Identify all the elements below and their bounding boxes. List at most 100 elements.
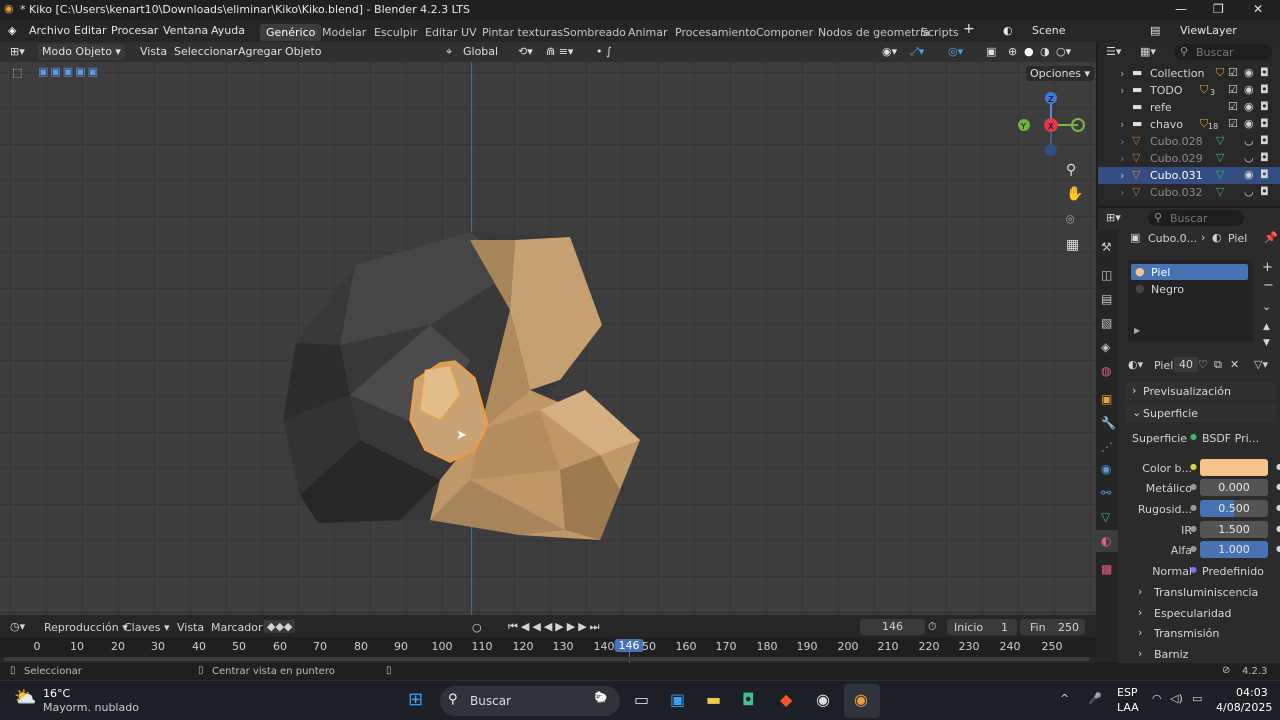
- expand-triangle-icon[interactable]: ▶: [1134, 326, 1140, 335]
- tab-componer[interactable]: Componer: [750, 24, 819, 41]
- file-explorer-icon[interactable]: ▬: [706, 690, 721, 709]
- camera-icon[interactable]: ⌾: [1066, 212, 1074, 228]
- slot-menu-icon[interactable]: ⌄: [1262, 300, 1271, 313]
- maximize-icon[interactable]: ❐: [1213, 2, 1224, 16]
- taskbar-search[interactable]: ⚲ Buscar: [440, 686, 620, 716]
- weather-icon[interactable]: ⛅: [14, 687, 36, 708]
- texture-tab-icon[interactable]: ▩: [1101, 562, 1112, 576]
- checkbox-icon[interactable]: ☑: [1228, 66, 1238, 79]
- render-camera-icon[interactable]: ◘: [1260, 100, 1269, 113]
- eye-icon[interactable]: ◉: [1244, 100, 1254, 113]
- tab-pintar-texturas[interactable]: Pintar texturas: [476, 24, 569, 41]
- options-dropdown[interactable]: Opciones ▾: [1026, 66, 1094, 81]
- tab-esculpir[interactable]: Esculpir: [368, 24, 423, 41]
- kiko-ear-model[interactable]: [270, 222, 660, 552]
- subpanel-transmision[interactable]: › Transmisión: [1134, 624, 1276, 642]
- clock-time[interactable]: 04:03: [1236, 686, 1268, 699]
- scene-name[interactable]: Scene: [1032, 24, 1066, 37]
- material-name-field[interactable]: Piel: [1154, 359, 1173, 372]
- teams-icon[interactable]: ◘: [742, 690, 755, 709]
- tray-chevron-icon[interactable]: ^: [1060, 692, 1069, 705]
- world-tab-icon[interactable]: ◍: [1101, 364, 1111, 378]
- eye-icon[interactable]: ◉: [1244, 117, 1254, 130]
- properties-search-input[interactable]: ⚲ Buscar: [1148, 210, 1244, 226]
- outliner-row[interactable]: › ▬ chavo ⛉ 18 ☑ ◉ ◘: [1098, 116, 1280, 133]
- end-frame-field[interactable]: Fin 250: [1020, 619, 1085, 635]
- brave-icon[interactable]: ◆: [780, 690, 792, 709]
- timeline-scrollbar[interactable]: [4, 657, 1090, 661]
- blender-taskbar-button[interactable]: ◉: [844, 684, 880, 718]
- current-frame-field[interactable]: 146: [860, 619, 925, 635]
- visibility-icon[interactable]: ◉▾: [882, 45, 897, 58]
- editor-type-icon[interactable]: ⊞▾: [10, 45, 25, 58]
- eye-closed-icon[interactable]: ◡: [1244, 134, 1254, 147]
- menu-procesar[interactable]: Procesar: [111, 24, 158, 37]
- checkbox-icon[interactable]: ☑: [1228, 117, 1238, 130]
- outliner-row[interactable]: › ▬ TODO ⛉ 3 ☑ ◉ ◘: [1098, 82, 1280, 99]
- playhead-frame[interactable]: 146: [614, 639, 644, 652]
- render-camera-icon[interactable]: ◘: [1260, 134, 1269, 147]
- menu-editar[interactable]: Editar: [74, 24, 107, 37]
- metallic-field[interactable]: 0.000: [1200, 479, 1268, 496]
- constraints-tab-icon[interactable]: ⚯: [1101, 486, 1111, 500]
- menu-vista[interactable]: Vista: [140, 45, 167, 58]
- outliner-filter-icon[interactable]: ▦▾: [1140, 45, 1156, 58]
- menu-claves[interactable]: Claves ▾: [124, 621, 170, 634]
- keyframe-dot-icon[interactable]: ●: [1276, 503, 1280, 512]
- minimize-icon[interactable]: —: [1175, 2, 1187, 16]
- xray-icon[interactable]: ▣: [986, 45, 996, 58]
- surface-shader[interactable]: BSDF Pri...: [1202, 432, 1259, 445]
- data-tab-icon[interactable]: ▽: [1101, 510, 1110, 524]
- roughness-field[interactable]: 0.500: [1200, 500, 1268, 517]
- mode-dropdown[interactable]: Modo Objeto ▾: [38, 44, 125, 60]
- render-camera-icon[interactable]: ◘: [1260, 83, 1269, 96]
- keyframe-dot-icon[interactable]: ●: [1276, 462, 1280, 471]
- link-mode-icon[interactable]: ▽▾: [1254, 358, 1268, 371]
- task-view-icon[interactable]: ▭: [634, 690, 649, 709]
- language-primary[interactable]: ESP: [1117, 686, 1138, 699]
- subpanel-especularidad[interactable]: › Especularidad: [1134, 604, 1276, 622]
- menu-vista-timeline[interactable]: Vista: [177, 621, 204, 634]
- clock-date[interactable]: 4/08/2025: [1216, 701, 1272, 714]
- output-tab-icon[interactable]: ▤: [1101, 292, 1112, 306]
- timeline-editor-icon[interactable]: ◷▾: [10, 620, 25, 633]
- eye-icon[interactable]: ◉: [1244, 168, 1254, 181]
- render-camera-icon[interactable]: ◘: [1260, 66, 1269, 79]
- scene-tab-icon[interactable]: ◈: [1101, 340, 1110, 354]
- select-tool-icon[interactable]: ⬚: [12, 66, 22, 79]
- alpha-field[interactable]: 1.000: [1200, 541, 1268, 558]
- outliner-row[interactable]: › ▬ Collection ⛉ ☑ ◉ ◘: [1098, 65, 1280, 82]
- normal-value[interactable]: Predefinido: [1202, 565, 1264, 578]
- material-slot-list[interactable]: ● Piel ● Negro ▶: [1128, 260, 1253, 342]
- volume-icon[interactable]: ◁): [1170, 692, 1183, 705]
- microphone-icon[interactable]: 🎤: [1088, 692, 1102, 705]
- windows-start-icon[interactable]: ⊞: [408, 689, 423, 710]
- unlink-icon[interactable]: ✕: [1230, 358, 1239, 371]
- outliner-row[interactable]: ▬ refe ☑ ◉ ◘: [1098, 99, 1280, 116]
- remove-slot-icon[interactable]: −: [1263, 278, 1274, 293]
- menu-ayuda[interactable]: Ayuda: [211, 24, 245, 37]
- object-tab-icon[interactable]: ▣: [1101, 392, 1112, 406]
- close-icon[interactable]: ✕: [1253, 2, 1263, 16]
- move-down-icon[interactable]: ▼: [1263, 338, 1270, 348]
- material-tab-active[interactable]: ◐: [1096, 530, 1118, 552]
- outliner-search-input[interactable]: ⚲ Buscar: [1174, 44, 1272, 60]
- 3d-viewport[interactable]: ⬚ ▣▣▣▣▣ Opciones ▾ Z Y X ⚲ ✋ ⌾ ▦ ➤: [0, 62, 1096, 615]
- subpanel-barniz[interactable]: › Barniz: [1134, 645, 1276, 663]
- viewlayer-tab-icon[interactable]: ▧: [1101, 316, 1112, 330]
- tool-tab-icon[interactable]: ⚒: [1101, 240, 1112, 254]
- properties-editor-icon[interactable]: ⊞▾: [1106, 211, 1121, 224]
- battery-icon[interactable]: ▭: [1192, 692, 1202, 705]
- tab-animar[interactable]: Animar: [622, 24, 674, 41]
- menu-seleccionar[interactable]: Seleccionar: [174, 45, 238, 58]
- panel-surface[interactable]: ⌄ Superficie: [1126, 404, 1276, 422]
- render-tab-icon[interactable]: ◫: [1101, 268, 1112, 282]
- material-slot[interactable]: ● Negro: [1131, 281, 1248, 297]
- wifi-icon[interactable]: ◠: [1152, 692, 1162, 705]
- shading-solid-icon[interactable]: ●: [1024, 45, 1034, 58]
- render-camera-icon[interactable]: ◘: [1260, 185, 1269, 198]
- pan-hand-icon[interactable]: ✋: [1066, 186, 1083, 202]
- shading-wire-icon[interactable]: ⊕: [1008, 45, 1017, 58]
- ior-field[interactable]: 1.500: [1200, 521, 1268, 538]
- render-camera-icon[interactable]: ◘: [1260, 151, 1269, 164]
